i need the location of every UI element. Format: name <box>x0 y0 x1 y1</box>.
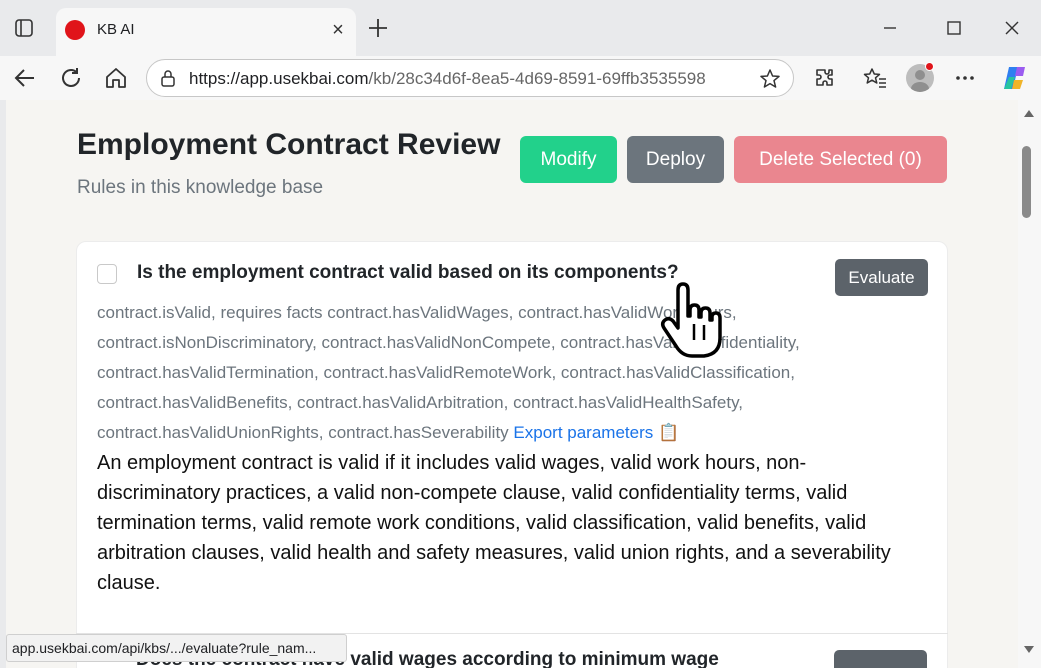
scroll-thumb[interactable] <box>1022 146 1031 218</box>
tab-title: KB AI <box>97 21 135 38</box>
scroll-down-icon[interactable] <box>1024 646 1034 653</box>
page-title: Employment Contract Review <box>77 128 501 161</box>
copilot-icon[interactable] <box>1000 63 1030 93</box>
browser-tab[interactable]: KB AI × <box>56 8 356 56</box>
rule-facts: contract.isValid, requires facts contrac… <box>97 298 917 448</box>
home-icon[interactable] <box>103 65 129 91</box>
delete-selected-button[interactable]: Delete Selected (0) <box>734 136 947 183</box>
deploy-button[interactable]: Deploy <box>627 136 724 183</box>
minimize-icon[interactable] <box>876 14 904 42</box>
modify-button[interactable]: Modify <box>520 136 617 183</box>
close-tab-icon[interactable]: × <box>328 20 348 40</box>
rule-description: An employment contract is valid if it in… <box>97 452 891 594</box>
evaluate-button[interactable] <box>834 650 927 668</box>
hand-pointer-cursor-icon <box>660 282 722 358</box>
new-tab-icon[interactable] <box>366 16 390 40</box>
page-viewport: Employment Contract Review Rules in this… <box>6 100 1018 668</box>
evaluate-button[interactable]: Evaluate <box>835 259 928 296</box>
tab-bar: KB AI × <box>0 0 1041 56</box>
profile-notification-dot <box>925 62 934 71</box>
clipboard-icon[interactable]: 📋 <box>658 423 679 442</box>
lock-icon[interactable] <box>159 69 177 87</box>
maximize-icon[interactable] <box>940 14 968 42</box>
browser-toolbar: https://app.usekbai.com/kb/28c34d6f-8ea5… <box>0 56 1041 100</box>
url-host: https://app.usekbai.com <box>189 69 369 88</box>
link-status-bar: app.usekbai.com/api/kbs/.../evaluate?rul… <box>6 634 347 662</box>
export-parameters-link[interactable]: Export parameters <box>513 423 653 442</box>
rule-question: Is the employment contract valid based o… <box>137 262 679 283</box>
scroll-up-icon[interactable] <box>1024 110 1034 117</box>
close-window-icon[interactable] <box>998 14 1026 42</box>
url-text[interactable]: https://app.usekbai.com/kb/28c34d6f-8ea5… <box>189 69 706 89</box>
extensions-icon[interactable] <box>812 65 838 91</box>
favorites-icon[interactable] <box>862 65 888 91</box>
favicon-icon <box>65 20 85 40</box>
address-bar[interactable]: https://app.usekbai.com/kb/28c34d6f-8ea5… <box>146 59 794 97</box>
page-subtitle: Rules in this knowledge base <box>77 177 324 198</box>
back-icon[interactable] <box>12 65 38 91</box>
more-options-icon[interactable] <box>952 65 978 91</box>
vertical-scrollbar[interactable] <box>1018 100 1041 668</box>
favorite-star-icon[interactable] <box>759 68 781 90</box>
tab-actions-icon[interactable] <box>14 18 34 38</box>
url-path: /kb/28c34d6f-8ea5-4d69-8591-69ffb3535598 <box>368 69 706 88</box>
refresh-icon[interactable] <box>58 65 84 91</box>
rule-card: Is the employment contract valid based o… <box>76 241 948 668</box>
rule-select-checkbox[interactable] <box>97 264 117 284</box>
